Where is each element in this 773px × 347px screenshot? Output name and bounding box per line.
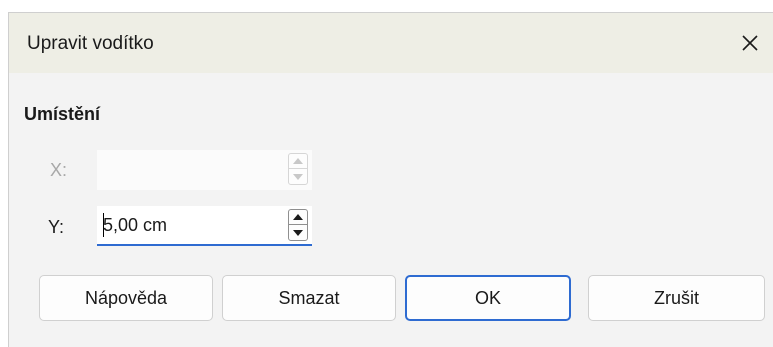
- close-icon: [742, 35, 758, 51]
- y-label: Y:: [48, 217, 65, 237]
- x-spin-buttons: [288, 153, 308, 185]
- triangle-up-icon: [293, 214, 303, 220]
- x-spinfield[interactable]: [97, 150, 312, 190]
- ok-button[interactable]: OK: [405, 275, 571, 321]
- y-decrement-button[interactable]: [289, 225, 307, 240]
- help-button[interactable]: Nápověda: [39, 275, 213, 321]
- title-bar: Upravit vodítko: [9, 13, 773, 73]
- cancel-button[interactable]: Zrušit: [588, 275, 765, 321]
- x-increment-button[interactable]: [289, 154, 307, 169]
- y-spinfield[interactable]: 5,00 cm: [97, 206, 312, 246]
- y-value[interactable]: 5,00 cm: [103, 215, 167, 236]
- close-button[interactable]: [733, 27, 767, 59]
- triangle-down-icon: [293, 229, 303, 236]
- triangle-down-icon: [293, 173, 303, 180]
- dialog-title: Upravit vodítko: [27, 33, 154, 54]
- edit-guide-dialog: Upravit vodítko Umístění X: Y: 5,00 cm N…: [8, 12, 773, 347]
- x-label: X:: [50, 160, 68, 180]
- y-increment-button[interactable]: [289, 210, 307, 225]
- x-decrement-button[interactable]: [289, 169, 307, 184]
- triangle-up-icon: [293, 158, 303, 164]
- position-heading: Umístění: [24, 104, 101, 124]
- y-spin-buttons: [288, 209, 308, 241]
- delete-button[interactable]: Smazat: [222, 275, 396, 321]
